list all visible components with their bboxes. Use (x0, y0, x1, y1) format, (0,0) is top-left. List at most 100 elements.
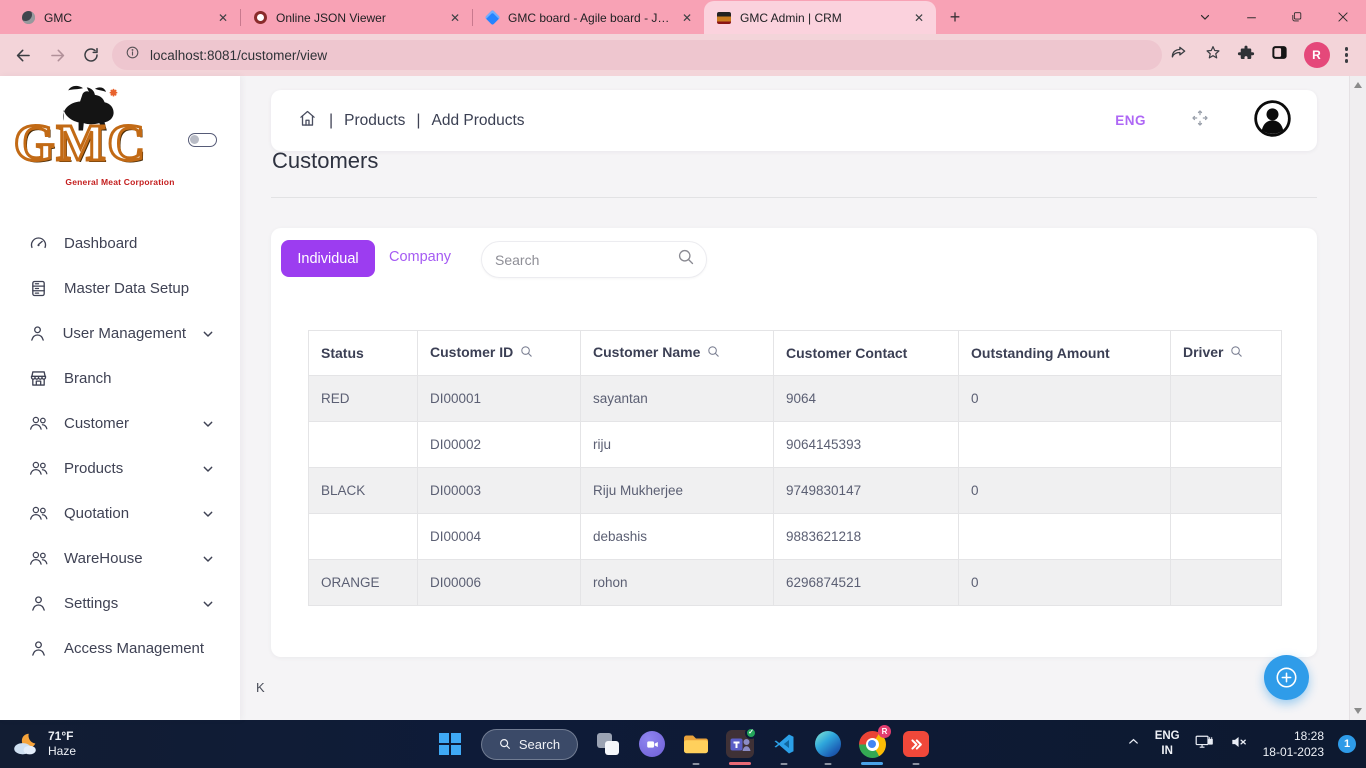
browser-tab-online-json-viewer[interactable]: Online JSON Viewer ✕ (240, 1, 472, 34)
browser-tab-gmc[interactable]: GMC✕ (8, 1, 240, 34)
browser-profile-avatar[interactable]: R (1304, 42, 1330, 68)
gmc-favicon (716, 10, 732, 26)
sidebar-item-dashboard[interactable]: Dashboard (0, 221, 240, 266)
scroll-down-arrow-icon[interactable] (1354, 708, 1362, 714)
tab-close-icon[interactable]: ✕ (214, 11, 232, 25)
breadcrumb-item-add-products[interactable]: Add Products (431, 112, 524, 130)
sidebar-collapse-toggle[interactable] (188, 133, 217, 147)
tab-close-icon[interactable]: ✕ (910, 11, 928, 25)
address-bar[interactable]: localhost:8081/customer/view (112, 40, 1162, 70)
home-icon[interactable] (297, 108, 318, 134)
column-header-outstanding-amount: Outstanding Amount (959, 331, 1171, 376)
user-icon (26, 638, 50, 659)
sidebar-item-customer[interactable]: Customer (0, 401, 240, 446)
table-header-row: StatusCustomer IDCustomer NameCustomer C… (309, 331, 1282, 376)
reload-button[interactable] (74, 38, 108, 72)
bookmark-star-icon[interactable] (1204, 44, 1222, 67)
minimize-button[interactable] (1228, 0, 1274, 34)
forward-button[interactable] (40, 38, 74, 72)
sidebar-item-branch[interactable]: Branch (0, 356, 240, 401)
column-header-driver: Driver (1171, 331, 1282, 376)
tab-title: Online JSON Viewer (276, 11, 438, 25)
language-selector[interactable]: ENG (1115, 113, 1146, 128)
status-check-icon: ✓ (745, 727, 757, 739)
column-search-icon[interactable] (1229, 344, 1244, 362)
extensions-icon[interactable] (1237, 44, 1255, 67)
file-explorer-button[interactable] (681, 721, 711, 767)
restore-button[interactable] (1274, 0, 1320, 34)
table-row-DI00004[interactable]: DI00004debashis9883621218 (309, 514, 1282, 560)
chat-button[interactable] (637, 721, 667, 767)
taskbar-search[interactable]: Search (479, 721, 579, 767)
tab-close-icon[interactable]: ✕ (678, 11, 696, 25)
sidebar-item-label: Access Management (64, 640, 216, 657)
share-icon[interactable] (1170, 43, 1189, 67)
clock-widget[interactable]: 18:28 18-01-2023 (1263, 728, 1324, 760)
sidebar-item-warehouse[interactable]: WareHouse (0, 536, 240, 581)
cell-status: BLACK (309, 468, 418, 514)
add-customer-fab[interactable] (1264, 655, 1309, 700)
footer-text: K (256, 680, 265, 695)
weather-widget[interactable]: 71°F Haze (10, 720, 76, 768)
column-header-status: Status (309, 331, 418, 376)
column-search-icon[interactable] (706, 344, 721, 362)
side-panel-icon[interactable] (1270, 43, 1289, 67)
chevron-down-icon (200, 461, 216, 477)
new-tab-button[interactable]: + (942, 4, 968, 30)
edge-button[interactable] (813, 721, 843, 767)
gmc-logo: GMC General Meat Corporation (0, 76, 240, 201)
close-window-button[interactable] (1320, 0, 1366, 34)
task-view-icon (597, 733, 619, 755)
table-row-DI00001[interactable]: REDDI00001sayantan90640 (309, 376, 1282, 422)
browser-menu-icon[interactable] (1345, 47, 1349, 63)
cell-customer-name: rohon (581, 560, 774, 606)
language-indicator[interactable]: ENG IN (1155, 729, 1180, 759)
red-app-icon (903, 731, 929, 757)
start-button[interactable] (435, 721, 465, 767)
red-app-button[interactable] (901, 721, 931, 767)
teams-button[interactable]: ✓ (725, 721, 755, 767)
search-icon[interactable] (676, 247, 696, 272)
speedometer-icon (26, 233, 50, 254)
back-button[interactable] (6, 38, 40, 72)
browser-tab-gmc-admin-|-crm[interactable]: GMC Admin | CRM✕ (704, 1, 936, 34)
column-search-icon[interactable] (519, 344, 534, 362)
tab-close-icon[interactable]: ✕ (446, 11, 464, 25)
sidebar-item-quotation[interactable]: Quotation (0, 491, 240, 536)
tab-company[interactable]: Company (389, 249, 451, 265)
task-view-button[interactable] (593, 721, 623, 767)
breadcrumb-separator: | (329, 112, 333, 130)
cell-customer-contact: 9064145393 (774, 422, 959, 468)
table-row-DI00002[interactable]: DI00002riju9064145393 (309, 422, 1282, 468)
cell-driver (1171, 376, 1282, 422)
user-avatar[interactable] (1254, 100, 1291, 142)
scroll-up-arrow-icon[interactable] (1354, 82, 1362, 88)
users-icon (26, 413, 50, 434)
sidebar-item-master-data-setup[interactable]: Master Data Setup (0, 266, 240, 311)
sidebar-item-settings[interactable]: Settings (0, 581, 240, 626)
sidebar-item-access-management[interactable]: Access Management (0, 626, 240, 671)
sidebar-item-user-management[interactable]: User Management (0, 311, 240, 356)
table-row-DI00006[interactable]: ORANGEDI00006rohon62968745210 (309, 560, 1282, 606)
breadcrumb-item-products[interactable]: Products (344, 112, 405, 130)
chrome-button[interactable]: R (857, 721, 887, 767)
notification-badge[interactable]: 1 (1338, 735, 1356, 753)
taskbar-icons: Search ✓ R (435, 720, 931, 768)
search-input[interactable] (495, 252, 676, 268)
tray-chevron-up-icon[interactable] (1126, 734, 1141, 754)
network-icon[interactable] (1194, 731, 1215, 757)
sidebar-item-label: Master Data Setup (64, 280, 216, 297)
move-icon[interactable] (1190, 108, 1210, 133)
tab-search-chevron-icon[interactable] (1182, 0, 1228, 34)
users-icon (26, 548, 50, 569)
lang-line-2: IN (1155, 744, 1180, 759)
site-info-icon[interactable] (125, 45, 140, 65)
sidebar-item-products[interactable]: Products (0, 446, 240, 491)
volume-muted-icon[interactable] (1229, 732, 1249, 757)
table-row-DI00003[interactable]: BLACKDI00003Riju Mukherjee97498301470 (309, 468, 1282, 514)
page-scrollbar[interactable] (1349, 76, 1366, 720)
tab-individual[interactable]: Individual (281, 240, 375, 277)
chevron-down-icon (200, 326, 216, 342)
browser-tab-gmc-board---agile-board---jira[interactable]: GMC board - Agile board - Jira✕ (472, 1, 704, 34)
vscode-button[interactable] (769, 721, 799, 767)
